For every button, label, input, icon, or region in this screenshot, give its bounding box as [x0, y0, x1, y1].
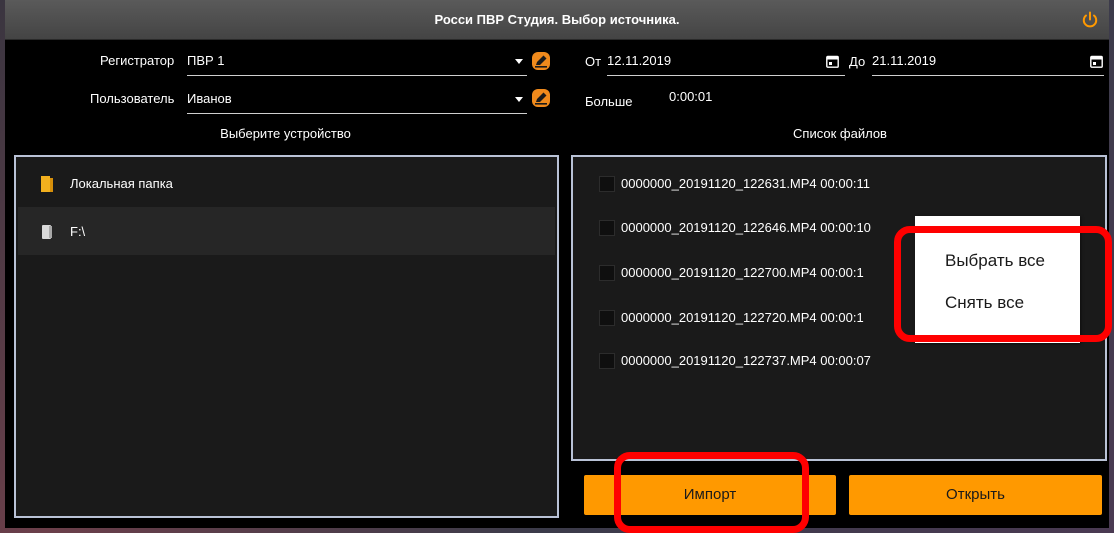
device-item-drive-f[interactable]: F:\	[18, 207, 555, 255]
calendar-icon[interactable]	[1090, 55, 1103, 68]
files-title: Список файлов	[793, 126, 887, 141]
file-checkbox[interactable]	[599, 310, 615, 326]
devices-title: Выберите устройство	[220, 126, 351, 141]
file-name: 0000000_20191120_122631.MP4 00:00:11	[621, 176, 870, 191]
registrar-label: Регистратор	[100, 53, 175, 68]
window-title: Росси ПВР Студия. Выбор источника.	[434, 12, 680, 27]
edit-registrar-icon[interactable]	[531, 51, 551, 71]
chevron-down-icon	[515, 97, 523, 102]
user-dropdown[interactable]: Иванов	[187, 86, 527, 114]
open-button[interactable]: Открыть	[849, 475, 1102, 515]
more-value[interactable]: 0:00:01	[669, 89, 712, 104]
from-label: От	[585, 54, 602, 69]
edit-user-icon[interactable]	[531, 88, 551, 108]
context-menu-highlight	[894, 226, 1112, 342]
registrar-underline	[187, 75, 527, 76]
file-checkbox[interactable]	[599, 220, 615, 236]
user-label: Пользователь	[90, 91, 175, 106]
file-name: 0000000_20191120_122720.MP4 00:00:1	[621, 310, 864, 325]
to-date-underline	[872, 75, 1104, 76]
device-label: F:\	[70, 224, 86, 239]
from-date-input[interactable]: 12.11.2019	[607, 48, 845, 76]
import-button-highlight	[614, 452, 809, 533]
power-icon[interactable]	[1081, 11, 1099, 29]
calendar-icon[interactable]	[826, 55, 839, 68]
device-label: Локальная папка	[70, 176, 173, 191]
file-row[interactable]: 0000000_20191120_122631.MP4 00:00:11	[599, 174, 919, 194]
registrar-dropdown[interactable]: ПВР 1	[187, 48, 527, 76]
more-label: Больше	[585, 94, 633, 109]
from-date-value: 12.11.2019	[607, 53, 672, 68]
folder-icon	[41, 176, 53, 192]
file-name: 0000000_20191120_122737.MP4 00:00:07	[621, 353, 871, 368]
file-checkbox[interactable]	[599, 353, 615, 369]
to-date-value: 21.11.2019	[872, 53, 937, 68]
chevron-down-icon	[515, 59, 523, 64]
file-row[interactable]: 0000000_20191120_122720.MP4 00:00:1	[599, 308, 919, 328]
to-label: До	[849, 54, 866, 69]
file-row[interactable]: 0000000_20191120_122700.MP4 00:00:1	[599, 263, 919, 283]
title-bar: Росси ПВР Студия. Выбор источника.	[5, 0, 1109, 40]
to-date-input[interactable]: 21.11.2019	[872, 48, 1109, 76]
device-item-local-folder[interactable]: Локальная папка	[18, 159, 555, 207]
from-date-underline	[607, 75, 845, 76]
file-checkbox[interactable]	[599, 265, 615, 281]
file-name: 0000000_20191120_122646.MP4 00:00:10	[621, 220, 871, 235]
registrar-value: ПВР 1	[187, 53, 225, 68]
drive-icon	[42, 225, 52, 239]
file-row[interactable]: 0000000_20191120_122737.MP4 00:00:07	[599, 351, 919, 371]
user-underline	[187, 113, 527, 114]
devices-panel: Локальная папка F:\	[14, 155, 559, 518]
file-row[interactable]: 0000000_20191120_122646.MP4 00:00:10	[599, 218, 919, 238]
file-name: 0000000_20191120_122700.MP4 00:00:1	[621, 265, 864, 280]
file-checkbox[interactable]	[599, 176, 615, 192]
user-value: Иванов	[187, 91, 232, 106]
